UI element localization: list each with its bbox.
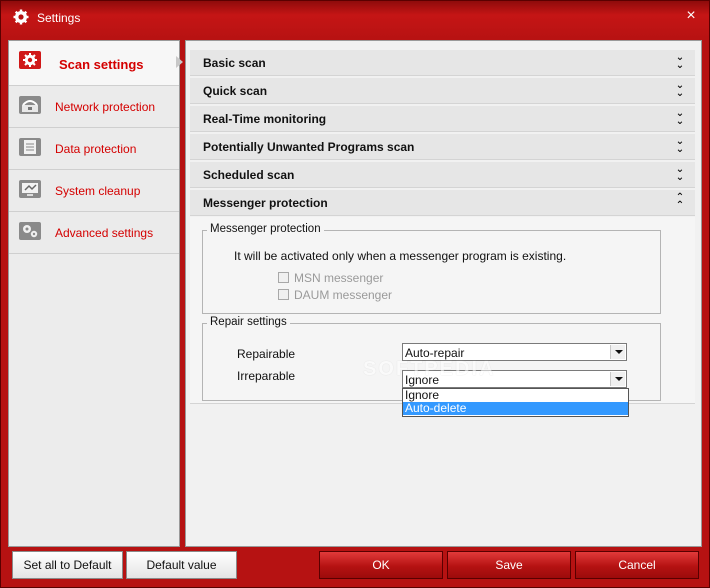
save-button[interactable]: Save [447,551,571,579]
sidebar-item-network-protection[interactable]: Network protection [9,86,179,128]
system-cleanup-icon [19,180,41,198]
section-messenger-protection[interactable]: Messenger protection ⌃ ⌃ [190,190,695,216]
cancel-button[interactable]: Cancel [575,551,699,579]
section-pup-scan[interactable]: Potentially Unwanted Programs scan ⌄ ⌄ [190,134,695,160]
repairable-value: Auto-repair [405,346,465,360]
scan-settings-icon [19,51,41,69]
active-item-arrow-icon [176,56,183,68]
default-value-button[interactable]: Default value [126,551,237,579]
section-label: Scheduled scan [203,168,295,182]
irreparable-select[interactable]: Ignore [402,370,627,388]
section-quick-scan[interactable]: Quick scan ⌄ ⌄ [190,78,695,104]
repairable-label: Repairable [237,347,296,361]
sidebar-item-scan-settings[interactable]: Scan settings [9,41,179,86]
section-label: Quick scan [203,84,268,98]
app-gear-icon [13,9,29,25]
sidebar-item-label: Scan settings [59,57,144,72]
msn-messenger-checkbox[interactable] [278,272,289,283]
section-label: Messenger protection [203,196,328,210]
repairable-select[interactable]: Auto-repair [402,343,627,361]
chevron-down-icon[interactable] [610,345,625,359]
daum-messenger-checkbox[interactable] [278,289,289,300]
irreparable-label: Irreparable [237,369,296,383]
section-label: Basic scan [203,56,266,70]
window-title: Settings [37,11,81,25]
chevron-down-icon: ⌄ ⌄ [675,108,685,127]
settings-window: Settings × Scan settings Network protect… [0,0,710,588]
irreparable-dropdown-list: Ignore Auto-delete [402,388,629,417]
dropdown-option-auto-delete[interactable]: Auto-delete [403,402,628,415]
chevron-down-icon: ⌄ ⌄ [675,164,685,183]
msn-messenger-label: MSN messenger [294,271,384,285]
sidebar-item-label: System cleanup [55,184,141,198]
section-label: Real-Time monitoring [203,112,327,126]
section-label: Potentially Unwanted Programs scan [203,140,415,154]
section-real-time-monitoring[interactable]: Real-Time monitoring ⌄ ⌄ [190,106,695,132]
chevron-up-icon: ⌃ ⌃ [675,192,685,211]
set-all-default-button[interactable]: Set all to Default [12,551,123,579]
chevron-down-icon: ⌄ ⌄ [675,52,685,71]
sidebar: Scan settings Network protection Data pr… [8,40,180,547]
sidebar-item-advanced-settings[interactable]: Advanced settings [9,212,179,254]
messenger-protection-group: Messenger protection It will be activate… [202,223,661,314]
close-icon[interactable]: × [683,7,699,25]
sidebar-item-label: Advanced settings [55,226,154,240]
group-title: Messenger protection [207,223,324,235]
sidebar-item-data-protection[interactable]: Data protection [9,128,179,170]
sidebar-item-label: Network protection [55,100,156,114]
messenger-note: It will be activated only when a messeng… [234,249,567,263]
group-title: Repair settings [207,316,290,328]
network-icon [19,96,41,114]
title-bar: Settings × [1,1,709,34]
irreparable-value: Ignore [405,373,440,387]
daum-messenger-label: DAUM messenger [294,288,393,302]
ok-button[interactable]: OK [319,551,443,579]
section-scheduled-scan[interactable]: Scheduled scan ⌄ ⌄ [190,162,695,188]
chevron-down-icon: ⌄ ⌄ [675,136,685,155]
data-protection-icon [19,138,41,156]
gears-icon [19,222,41,240]
settings-panel: Basic scan ⌄ ⌄ Quick scan ⌄ ⌄ Real-Time mo… [185,40,702,547]
chevron-down-icon: ⌄ ⌄ [675,80,685,99]
sidebar-item-system-cleanup[interactable]: System cleanup [9,170,179,212]
sidebar-item-label: Data protection [55,142,137,156]
chevron-down-icon[interactable] [610,372,625,386]
section-basic-scan[interactable]: Basic scan ⌄ ⌄ [190,50,695,76]
